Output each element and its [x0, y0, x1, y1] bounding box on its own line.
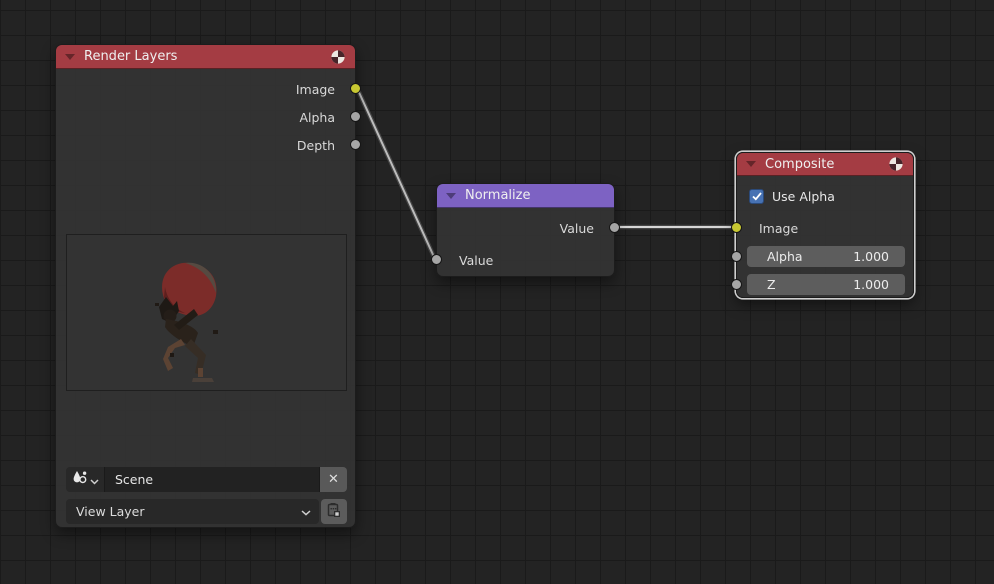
output-row-alpha: Alpha: [56, 103, 355, 131]
scene-name: Scene: [115, 472, 153, 487]
z-field-value: 1.000: [853, 277, 889, 292]
render-preview-image: [66, 234, 347, 391]
socket-alpha-output[interactable]: [350, 111, 361, 122]
z-value-field[interactable]: Z 1.000: [747, 274, 905, 295]
render-layers-header[interactable]: Render Layers: [56, 45, 355, 69]
output-label-depth: Depth: [297, 138, 335, 153]
scene-name-field[interactable]: Scene: [105, 467, 319, 492]
output-label-image: Image: [296, 82, 335, 97]
socket-depth-output[interactable]: [350, 139, 361, 150]
alpha-value-field[interactable]: Alpha 1.000: [747, 246, 905, 267]
normalize-header[interactable]: Normalize: [437, 184, 614, 208]
use-alpha-setting: Use Alpha: [749, 184, 835, 208]
collapse-triangle-icon[interactable]: [65, 54, 75, 60]
node-composite[interactable]: Composite Use Alpha Image Alpha 1.000 Z …: [736, 152, 914, 298]
socket-image-output[interactable]: [350, 83, 361, 94]
material-sphere-icon: [330, 49, 346, 65]
view-layer-dropdown[interactable]: View Layer: [66, 499, 319, 524]
input-row-image: Image: [737, 214, 913, 242]
input-label-image: Image: [759, 221, 798, 236]
chevron-down-icon: [301, 504, 311, 519]
scene-clear-button[interactable]: ✕: [319, 467, 347, 492]
collapse-triangle-icon[interactable]: [446, 193, 456, 199]
node-title: Render Layers: [84, 49, 321, 64]
chevron-down-icon: [90, 470, 99, 489]
alpha-field-label: Alpha: [767, 249, 853, 264]
scene-selector: Scene ✕: [66, 467, 347, 492]
socket-image-input[interactable]: [731, 222, 742, 233]
link-image-to-normalize: [357, 88, 435, 259]
node-title: Composite: [765, 157, 879, 172]
view-layer-selector: View Layer: [66, 499, 347, 524]
socket-z-input[interactable]: [731, 279, 742, 290]
output-row-depth: Depth: [56, 131, 355, 159]
view-layer-image-button[interactable]: [321, 499, 347, 524]
output-row-value: Value: [437, 214, 614, 242]
composite-header[interactable]: Composite: [737, 153, 913, 176]
close-icon: ✕: [328, 472, 339, 487]
node-render-layers[interactable]: Render Layers Image Alpha Depth: [55, 44, 356, 528]
view-layer-value: View Layer: [76, 504, 301, 519]
output-label-value: Value: [560, 221, 594, 236]
scene-icon: [72, 470, 88, 489]
output-row-image: Image: [56, 75, 355, 103]
use-alpha-checkbox[interactable]: [749, 189, 764, 204]
scene-browse-button[interactable]: [66, 467, 105, 492]
render-layer-icon: [326, 502, 342, 522]
input-row-value: Value: [437, 246, 614, 274]
collapse-triangle-icon[interactable]: [746, 161, 756, 167]
output-label-alpha: Alpha: [299, 110, 335, 125]
use-alpha-label: Use Alpha: [772, 189, 835, 204]
material-sphere-icon: [888, 156, 904, 172]
socket-value-output[interactable]: [609, 222, 620, 233]
input-label-value: Value: [459, 253, 493, 268]
node-normalize[interactable]: Normalize Value Value: [436, 183, 615, 277]
socket-alpha-input[interactable]: [731, 251, 742, 262]
node-title: Normalize: [465, 188, 605, 203]
socket-value-input[interactable]: [431, 254, 442, 265]
z-field-label: Z: [767, 277, 853, 292]
alpha-field-value: 1.000: [853, 249, 889, 264]
